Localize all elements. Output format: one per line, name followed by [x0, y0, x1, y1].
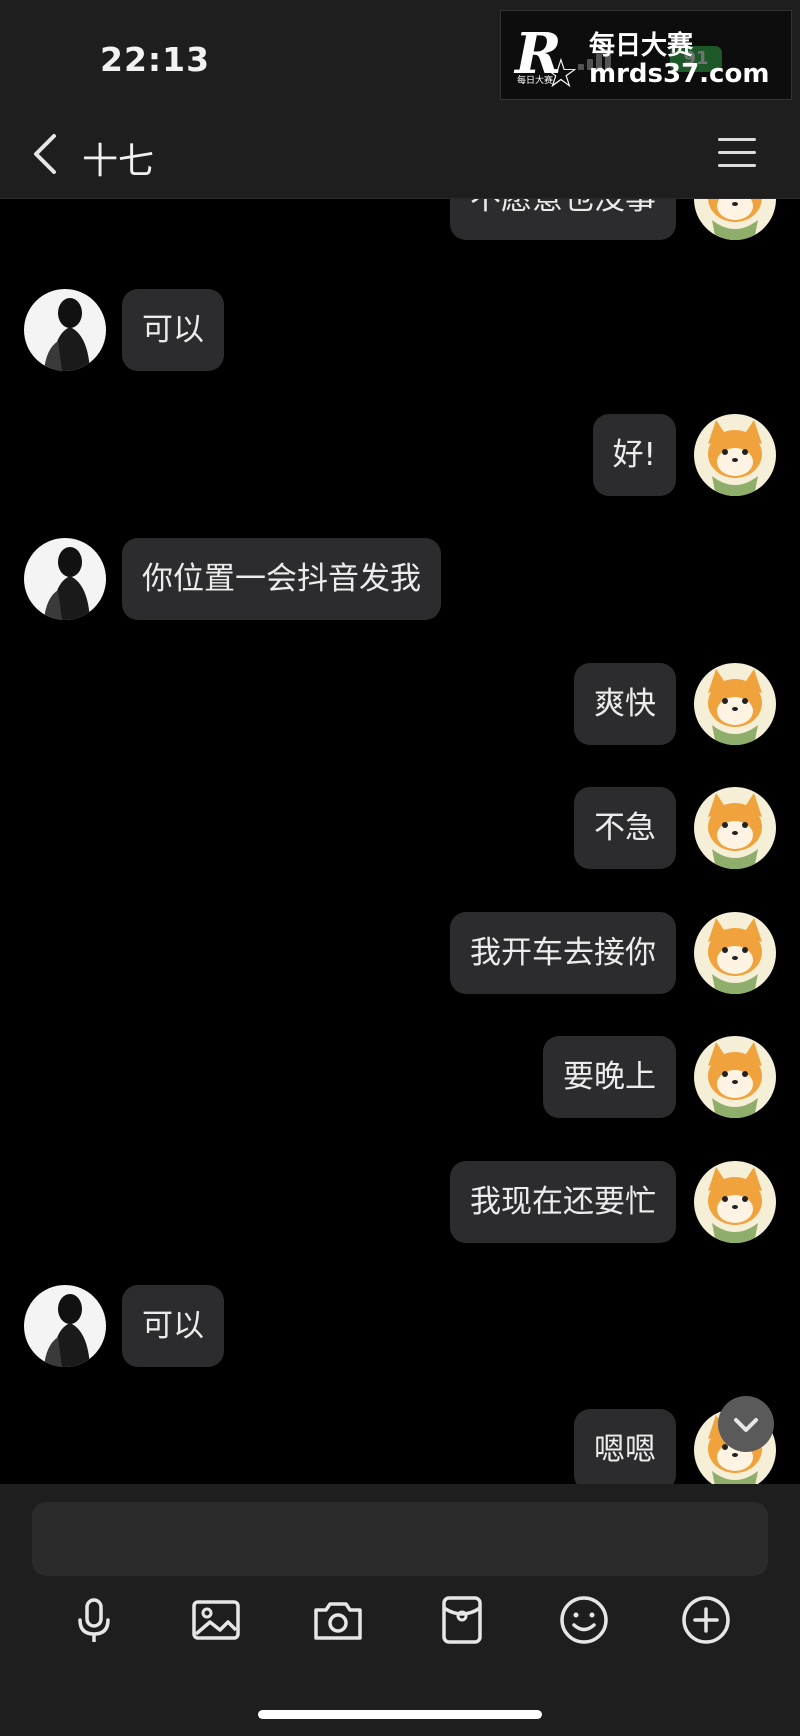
hamburger-menu-icon[interactable] [718, 138, 756, 170]
home-indicator[interactable] [258, 1710, 542, 1719]
plus-icon[interactable] [678, 1592, 734, 1648]
message-list[interactable]: 不愿意也没事 可以 好! 你位置一会抖音发我 爽快 不急 我开车去接你 要晚上 … [0, 199, 800, 1484]
chevron-down-icon [734, 1418, 758, 1432]
image-icon[interactable] [188, 1592, 244, 1648]
status-time: 22:13 [100, 40, 211, 79]
message-bubble[interactable]: 可以 [122, 1285, 224, 1367]
microphone-icon[interactable] [66, 1592, 122, 1648]
chevron-left-icon[interactable] [28, 132, 68, 176]
message-bubble[interactable]: 我开车去接你 [450, 912, 676, 994]
my-avatar-shiba[interactable] [694, 414, 776, 496]
contact-avatar[interactable] [24, 289, 106, 371]
message-bubble[interactable]: 嗯嗯 [574, 1409, 676, 1484]
my-avatar-shiba[interactable] [694, 787, 776, 869]
message-bubble[interactable]: 不急 [574, 787, 676, 869]
message-incoming: 你位置一会抖音发我 [0, 538, 800, 620]
message-bubble[interactable]: 我现在还要忙 [450, 1161, 676, 1243]
my-avatar-shiba[interactable] [694, 199, 776, 240]
chat-title: 十七 [82, 141, 155, 182]
camera-icon[interactable] [310, 1592, 366, 1648]
message-outgoing: 要晚上 [0, 1036, 800, 1118]
message-bubble[interactable]: 可以 [122, 289, 224, 371]
message-outgoing: 不急 [0, 787, 800, 869]
message-outgoing: 嗯嗯 [0, 1409, 800, 1484]
my-avatar-shiba[interactable] [694, 1161, 776, 1243]
message-incoming: 可以 [0, 1285, 800, 1367]
my-avatar-shiba[interactable] [694, 1036, 776, 1118]
message-incoming: 可以 [0, 289, 800, 371]
watermark-url: mrds37.com [589, 59, 770, 89]
scroll-to-bottom-button[interactable] [718, 1396, 774, 1452]
watermark-small-text: 每日大赛 [517, 76, 554, 86]
my-avatar-shiba[interactable] [694, 912, 776, 994]
emoji-icon[interactable] [556, 1592, 612, 1648]
contact-avatar[interactable] [24, 1285, 106, 1367]
message-outgoing: 我开车去接你 [0, 912, 800, 994]
watermark-brand: 每日大赛 [589, 31, 694, 61]
message-outgoing: 好! [0, 414, 800, 496]
message-input[interactable] [32, 1502, 768, 1576]
red-packet-icon[interactable] [434, 1592, 490, 1648]
message-bubble[interactable]: 好! [592, 414, 676, 496]
composer-bar [0, 1484, 800, 1736]
message-bubble[interactable]: 爽快 [574, 663, 676, 745]
message-outgoing: 不愿意也没事 [0, 199, 800, 240]
message-outgoing: 我现在还要忙 [0, 1161, 800, 1243]
chat-header: 十七 [0, 110, 800, 199]
message-bubble[interactable]: 不愿意也没事 [450, 199, 676, 240]
message-outgoing: 爽快 [0, 663, 800, 745]
my-avatar-shiba[interactable] [694, 663, 776, 745]
message-bubble[interactable]: 你位置一会抖音发我 [122, 538, 441, 620]
watermark-logo: R ☆ 每日大赛 每日大赛 mrds37.com [500, 10, 792, 100]
contact-avatar[interactable] [24, 538, 106, 620]
message-bubble[interactable]: 要晚上 [543, 1036, 676, 1118]
